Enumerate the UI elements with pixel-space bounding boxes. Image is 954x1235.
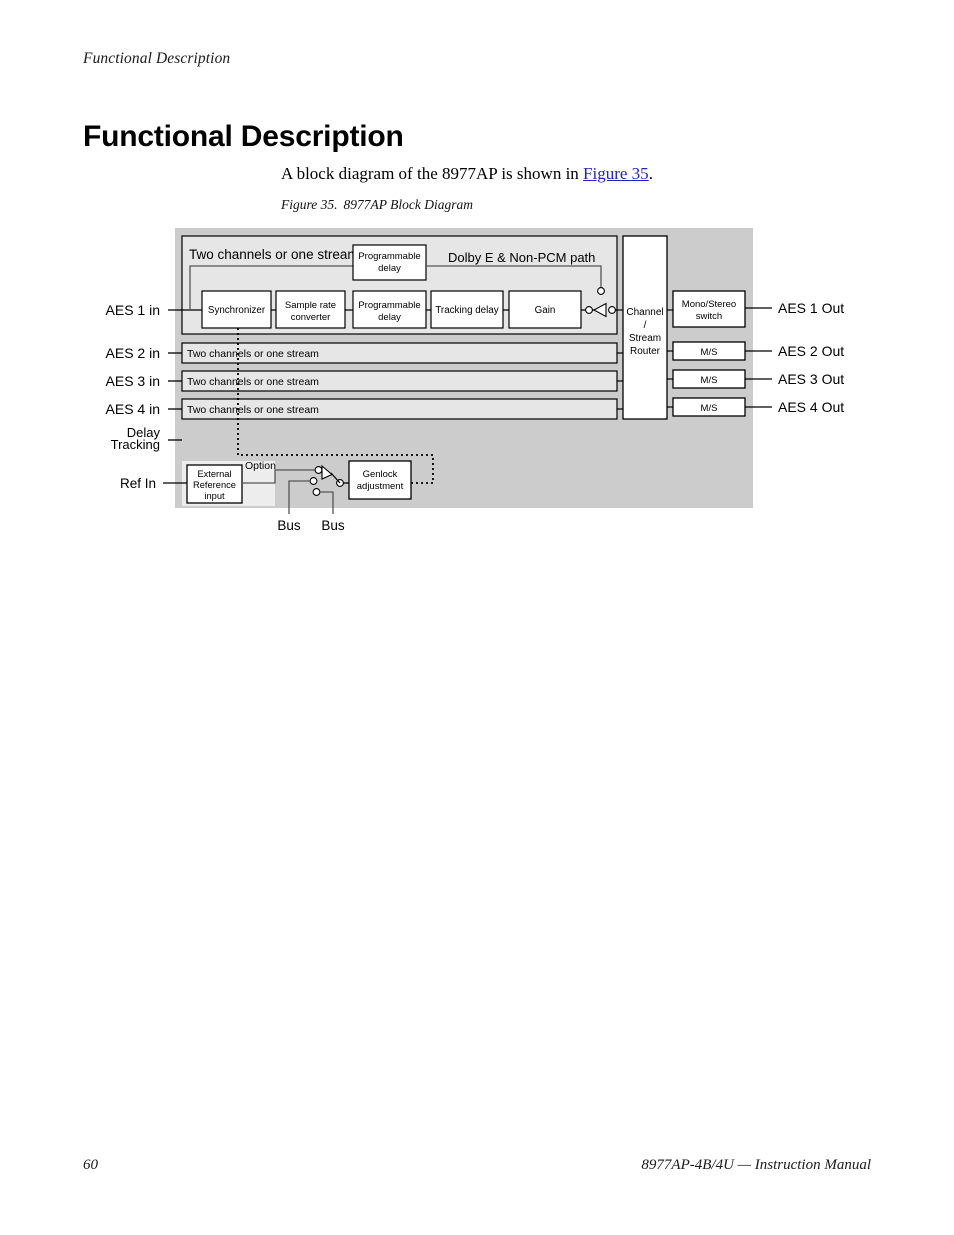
router-label-line2: / — [644, 320, 647, 331]
switch-upper-contact-icon — [597, 287, 605, 295]
tracking-delay-label: Tracking delay — [435, 305, 498, 316]
bus-label-2: Bus — [321, 518, 345, 533]
mono-stereo-switch-label-line1: Mono/Stereo — [682, 299, 736, 310]
channel-1-label: Two channels or one stream — [189, 247, 359, 262]
aes-4-input-label: AES 4 in — [106, 401, 160, 417]
switch-lower-contact-icon — [608, 306, 616, 314]
router-label-line1: Channel — [626, 307, 663, 318]
block-diagram: Two channels or one stream Programmable … — [106, 228, 844, 533]
programmable-delay-label-line1: Programmable — [358, 300, 420, 311]
synchronizer-label: Synchronizer — [208, 305, 266, 316]
mono-stereo-switch-label-line2: switch — [696, 311, 722, 322]
aes-3-output-label: AES 3 Out — [778, 371, 844, 387]
footer-page-number: 60 — [83, 1157, 98, 1173]
sample-rate-converter-label-line1: Sample rate — [285, 300, 336, 311]
channel-4-label: Two channels or one stream — [187, 404, 319, 416]
option-label: Option — [245, 460, 276, 472]
selector-contact-bus-2-icon — [312, 488, 321, 496]
selector-contact-reference-icon — [314, 466, 323, 474]
external-reference-label-line1: External — [197, 469, 231, 479]
aes-1-input-label: AES 1 in — [106, 302, 160, 318]
external-reference-label-line2: Reference — [193, 480, 236, 490]
switch-pole-contact-icon — [585, 306, 593, 314]
bypass-programmable-delay-label-line2: delay — [378, 263, 401, 274]
ref-in-label: Ref In — [120, 476, 156, 491]
bus-label-1: Bus — [277, 518, 301, 533]
aes-4-output-label: AES 4 Out — [778, 399, 844, 415]
aes-1-output-label: AES 1 Out — [778, 300, 844, 316]
aes-2-input-label: AES 2 in — [106, 345, 160, 361]
ms-block-4-label: M/S — [701, 403, 718, 414]
channel-2-label: Two channels or one stream — [187, 348, 319, 360]
sample-rate-converter-label-line2: converter — [291, 312, 331, 323]
bypass-programmable-delay-label-line1: Programmable — [358, 251, 420, 262]
ms-block-2-label: M/S — [701, 347, 718, 358]
router-label-line3: Stream — [629, 333, 661, 344]
dolby-e-non-pcm-path-label: Dolby E & Non-PCM path — [448, 250, 595, 265]
programmable-delay-label-line2: delay — [378, 312, 401, 323]
gain-label: Gain — [535, 305, 556, 316]
channel-3-label: Two channels or one stream — [187, 376, 319, 388]
genlock-adjustment-label-line2: adjustment — [357, 481, 404, 492]
genlock-adjustment-label-line1: Genlock — [363, 469, 398, 480]
selector-contact-bus-1-icon — [309, 477, 318, 485]
aes-3-input-label: AES 3 in — [106, 373, 160, 389]
aes-2-output-label: AES 2 Out — [778, 343, 844, 359]
genlock-adjustment-block — [348, 460, 412, 500]
ms-block-3-label: M/S — [701, 375, 718, 386]
footer-manual-title: 8977AP-4B/4U — Instruction Manual — [641, 1157, 871, 1173]
delay-tracking-label-line2: Tracking — [111, 437, 160, 452]
external-reference-label-line3: input — [204, 491, 225, 501]
router-label-line4: Router — [630, 346, 661, 357]
